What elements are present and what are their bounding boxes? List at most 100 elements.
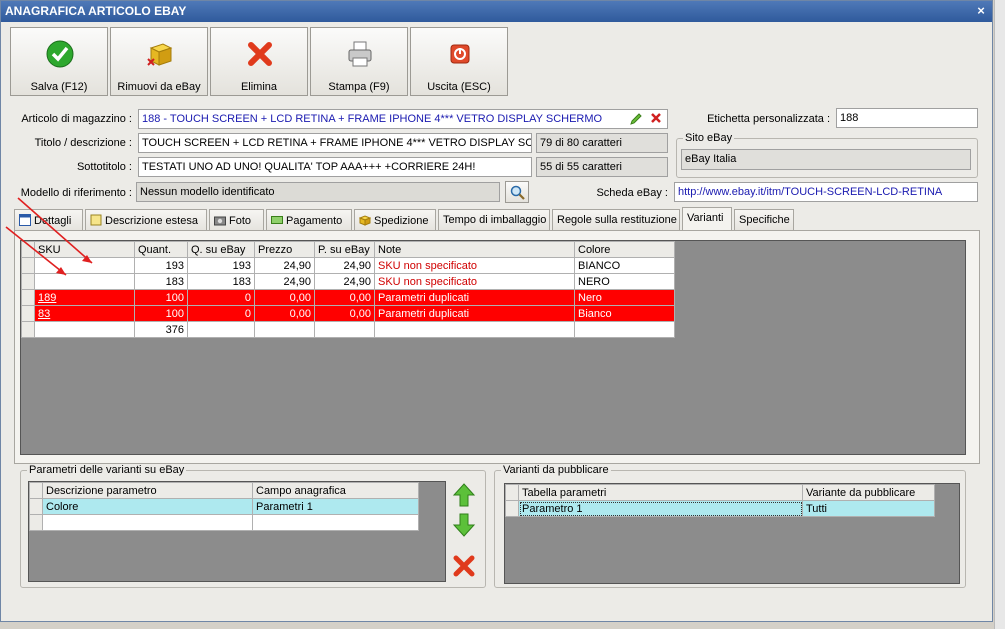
cell-tabella[interactable]: Parametro 1 bbox=[518, 500, 803, 517]
col-prezzo[interactable]: Prezzo bbox=[254, 241, 315, 258]
col-note[interactable]: Note bbox=[374, 241, 575, 258]
etichetta-label: Etichetta personalizzata : bbox=[707, 113, 830, 125]
cell-descrizione-empty[interactable] bbox=[42, 514, 253, 531]
sottotitolo-field[interactable]: TESTATI UNO AD UNO! QUALITA' TOP AAA+++ … bbox=[138, 157, 532, 177]
tab-tempo-imballaggio[interactable]: Tempo di imballaggio bbox=[438, 209, 550, 231]
close-icon[interactable]: × bbox=[974, 4, 988, 18]
cell-p-ebay[interactable]: 24,90 bbox=[314, 273, 375, 290]
save-label: Salva (F12) bbox=[30, 81, 88, 93]
cell-quant[interactable]: 183 bbox=[134, 273, 188, 290]
table-row[interactable]: 189 100 0 0,00 0,00 Parametri duplicati … bbox=[21, 289, 675, 306]
etichetta-field[interactable]: 188 bbox=[836, 108, 978, 128]
cell-p-ebay[interactable]: 24,90 bbox=[314, 257, 375, 274]
publish-grid[interactable]: Tabella parametri Variante da pubblicare… bbox=[504, 483, 960, 584]
cell-colore[interactable]: BIANCO bbox=[574, 257, 675, 274]
cell-p-ebay[interactable]: 0,00 bbox=[314, 305, 375, 322]
sottotitolo-counter: 55 di 55 caratteri bbox=[536, 157, 668, 177]
table-row[interactable]: 193 193 24,90 24,90 SKU non specificato … bbox=[21, 257, 675, 274]
cell-campo[interactable]: Parametri 1 bbox=[252, 498, 419, 515]
cell-descrizione[interactable]: Colore bbox=[42, 498, 253, 515]
table-row[interactable]: 183 183 24,90 24,90 SKU non specificato … bbox=[21, 273, 675, 290]
cell-variante[interactable]: Tutti bbox=[802, 500, 935, 517]
tab-varianti-label: Varianti bbox=[687, 212, 724, 224]
print-button[interactable]: Stampa (F9) bbox=[310, 27, 408, 96]
titolo-value: TOUCH SCREEN + LCD RETINA + FRAME IPHONE… bbox=[142, 137, 532, 149]
cell-q-ebay[interactable]: 183 bbox=[187, 273, 255, 290]
col-variante-pubblicare[interactable]: Variante da pubblicare bbox=[802, 484, 935, 501]
scheda-ebay-link[interactable]: http://www.ebay.it/itm/TOUCH-SCREEN-LCD-… bbox=[674, 182, 978, 202]
move-up-icon[interactable] bbox=[452, 482, 476, 508]
move-down-icon[interactable] bbox=[452, 512, 476, 538]
sottotitolo-count-text: 55 di 55 caratteri bbox=[540, 161, 622, 173]
delete-label: Elimina bbox=[240, 81, 278, 93]
sito-ebay-field: eBay Italia bbox=[681, 149, 971, 170]
window-title: ANAGRAFICA ARTICOLO EBAY bbox=[5, 4, 187, 18]
remove-row-icon[interactable] bbox=[452, 553, 476, 579]
sito-ebay-group: Sito eBay eBay Italia bbox=[676, 132, 978, 178]
cell-p-ebay[interactable]: 0,00 bbox=[314, 289, 375, 306]
cell-prezzo[interactable]: 0,00 bbox=[254, 289, 315, 306]
total-empty bbox=[254, 321, 315, 338]
save-button[interactable]: Salva (F12) bbox=[10, 27, 108, 96]
table-row[interactable]: Parametro 1 Tutti bbox=[505, 500, 935, 517]
tab-spedizione[interactable]: Spedizione bbox=[354, 209, 436, 231]
power-icon bbox=[450, 44, 470, 64]
table-row[interactable]: Colore Parametri 1 bbox=[29, 498, 419, 515]
cell-quant[interactable]: 100 bbox=[134, 289, 188, 306]
scheda-ebay-label: Scheda eBay : bbox=[596, 187, 668, 199]
cell-prezzo[interactable]: 24,90 bbox=[254, 273, 315, 290]
etichetta-value: 188 bbox=[840, 112, 859, 124]
col-descrizione-parametro[interactable]: Descrizione parametro bbox=[42, 482, 253, 499]
sito-ebay-group-title: Sito eBay bbox=[683, 132, 735, 144]
tab-pagamento[interactable]: Pagamento bbox=[266, 209, 352, 231]
col-campo-anagrafica[interactable]: Campo anagrafica bbox=[252, 482, 419, 499]
col-tabella-parametri[interactable]: Tabella parametri bbox=[518, 484, 803, 501]
tab-specifiche[interactable]: Specifiche bbox=[734, 209, 794, 231]
cell-campo-empty[interactable] bbox=[252, 514, 419, 531]
total-empty bbox=[374, 321, 575, 338]
row-indicator-header bbox=[505, 484, 519, 501]
params-grid[interactable]: Descrizione parametro Campo anagrafica C… bbox=[28, 481, 446, 582]
tab-pagamento-label: Pagamento bbox=[286, 215, 343, 227]
tab-tempo-label: Tempo di imballaggio bbox=[443, 214, 547, 226]
background-window-edge bbox=[994, 0, 1005, 629]
col-quant[interactable]: Quant. bbox=[134, 241, 188, 258]
cell-q-ebay[interactable]: 0 bbox=[187, 305, 255, 322]
variants-grid[interactable]: SKU Quant. Q. su eBay Prezzo P. su eBay … bbox=[20, 240, 966, 455]
clear-icon[interactable] bbox=[650, 112, 662, 124]
cell-sku-link[interactable]: 189 bbox=[34, 289, 135, 306]
publish-header-row: Tabella parametri Variante da pubblicare bbox=[505, 484, 935, 501]
scheda-ebay-value: http://www.ebay.it/itm/TOUCH-SCREEN-LCD-… bbox=[678, 186, 943, 198]
table-row-new[interactable] bbox=[29, 514, 419, 531]
row-indicator-header bbox=[29, 482, 43, 499]
params-table: Descrizione parametro Campo anagrafica C… bbox=[29, 482, 419, 531]
pencil-icon[interactable] bbox=[629, 112, 643, 126]
cell-quant[interactable]: 193 bbox=[134, 257, 188, 274]
cell-colore[interactable]: Nero bbox=[574, 289, 675, 306]
search-button[interactable] bbox=[505, 181, 529, 203]
cell-prezzo[interactable]: 24,90 bbox=[254, 257, 315, 274]
cell-quant[interactable]: 100 bbox=[134, 305, 188, 322]
exit-button[interactable]: Uscita (ESC) bbox=[410, 27, 508, 96]
cell-prezzo[interactable]: 0,00 bbox=[254, 305, 315, 322]
tab-varianti[interactable]: Varianti bbox=[682, 207, 732, 231]
tab-foto[interactable]: Foto bbox=[209, 209, 264, 231]
cell-sku-link[interactable]: 83 bbox=[34, 305, 135, 322]
table-row[interactable]: 83 100 0 0,00 0,00 Parametri duplicati B… bbox=[21, 305, 675, 322]
tab-regole-restituzione[interactable]: Regole sulla restituzione bbox=[552, 209, 680, 231]
cell-colore[interactable]: NERO bbox=[574, 273, 675, 290]
cell-q-ebay[interactable]: 0 bbox=[187, 289, 255, 306]
delete-button[interactable]: Elimina bbox=[210, 27, 308, 96]
remove-label: Rimuovi da eBay bbox=[117, 81, 201, 93]
col-q-ebay[interactable]: Q. su eBay bbox=[187, 241, 255, 258]
titolo-label: Titolo / descrizione : bbox=[34, 137, 132, 149]
cell-q-ebay[interactable]: 193 bbox=[187, 257, 255, 274]
titolo-field[interactable]: TOUCH SCREEN + LCD RETINA + FRAME IPHONE… bbox=[138, 133, 532, 153]
total-empty bbox=[34, 321, 135, 338]
total-empty bbox=[314, 321, 375, 338]
cell-colore[interactable]: Bianco bbox=[574, 305, 675, 322]
articolo-field[interactable]: 188 - TOUCH SCREEN + LCD RETINA + FRAME … bbox=[138, 109, 668, 129]
col-p-ebay[interactable]: P. su eBay bbox=[314, 241, 375, 258]
col-colore[interactable]: Colore bbox=[574, 241, 675, 258]
remove-from-ebay-button[interactable]: Rimuovi da eBay bbox=[110, 27, 208, 96]
